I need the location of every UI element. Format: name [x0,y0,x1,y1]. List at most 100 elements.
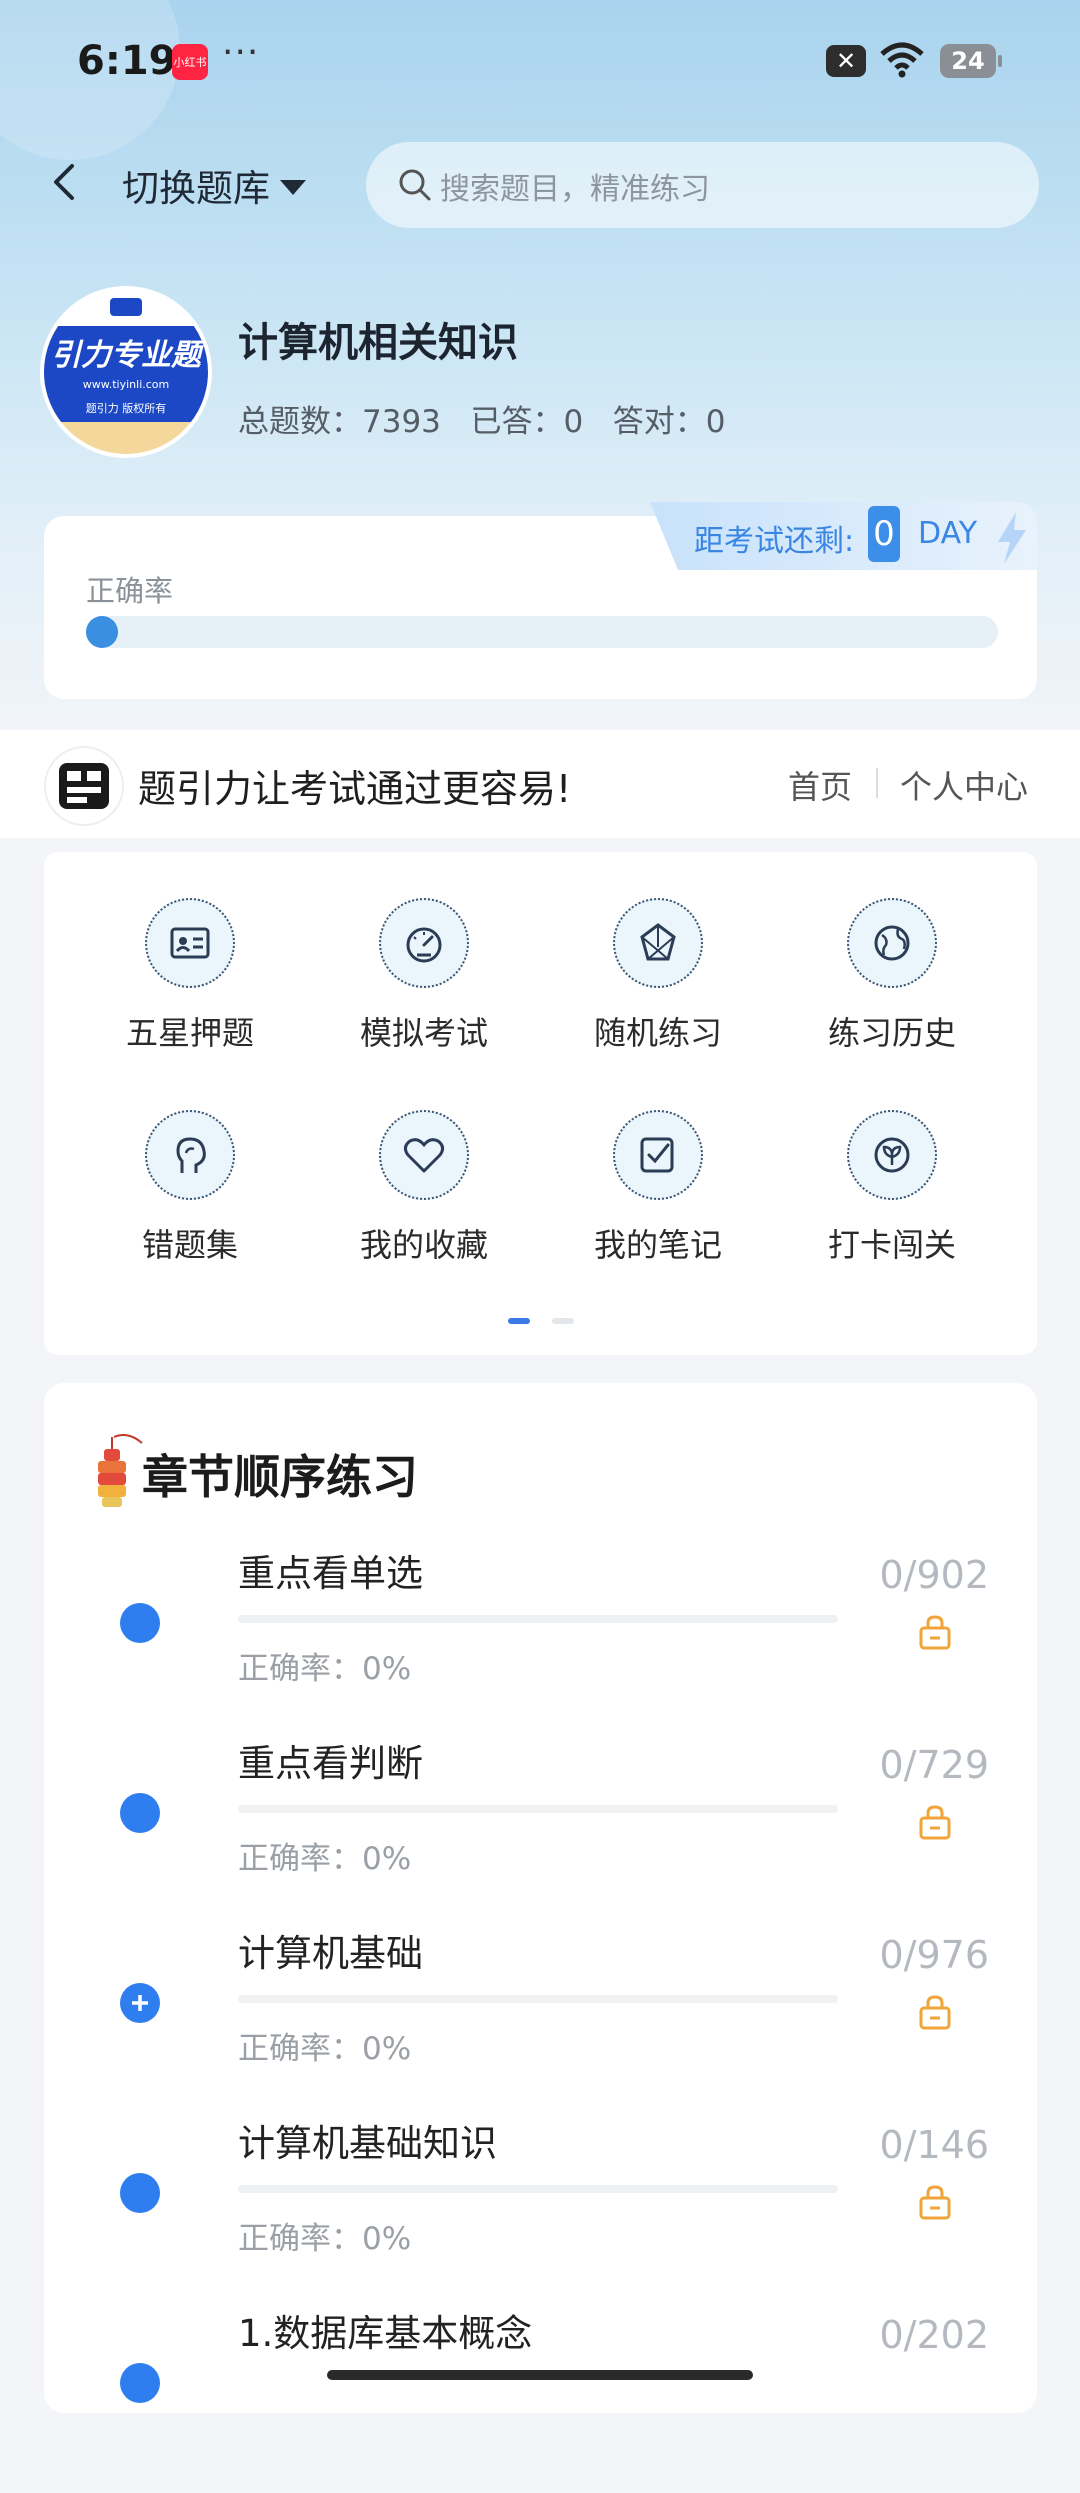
brand-mark-icon [59,763,109,809]
feature-random-practice[interactable]: 随机练习 [558,898,758,1054]
feature-label: 随机练习 [593,1014,722,1052]
chapter-row[interactable]: 计算机基础 正确率：0% 0/976 [44,1923,1037,2113]
link-divider [876,768,878,798]
globe-icon [847,898,937,988]
caret-down-icon [280,179,306,195]
home-indicator[interactable] [327,2370,753,2380]
chapter-title: 重点看单选 [238,1552,423,1595]
more-notifications-icon: ··· [222,32,260,73]
chapter-title: 重点看判断 [238,1742,423,1785]
feature-label: 模拟考试 [359,1014,488,1052]
feature-mock-exam[interactable]: 模拟考试 [324,898,524,1054]
feature-history[interactable]: 练习历史 [792,898,992,1054]
chapter-row[interactable]: 重点看单选 正确率：0% 0/902 [44,1543,1037,1733]
feature-notes[interactable]: 我的笔记 [558,1110,758,1266]
chapter-row[interactable]: 1.数据库基本概念 0/202 [44,2303,1037,2493]
xiaohongshu-notification-icon: 小红书 [172,44,208,80]
sprout-icon [847,1110,937,1200]
question-bank-logo: 引力专业题 www.tiyinli.com 题引力 版权所有 [44,290,208,454]
chapter-progress-track [238,1995,838,2003]
feature-label: 练习历史 [827,1014,956,1052]
home-link[interactable]: 首页 [788,762,852,808]
accuracy-progress-indicator [86,616,118,648]
back-arrow-icon[interactable] [44,160,88,204]
chapter-row[interactable]: 计算机基础知识 正确率：0% 0/146 [44,2113,1037,2303]
switch-bank-label: 切换题库 [122,167,270,210]
countdown-days: 0 [868,506,900,562]
feature-wrong-questions[interactable]: 错题集 [90,1110,290,1266]
lock-icon[interactable] [916,1993,954,2031]
no-sim-icon: ✕ [826,45,866,77]
accuracy-label: 正确率 [86,574,174,608]
chapter-progress-track [238,1615,838,1623]
chapter-bullet-icon [120,1793,160,1833]
expand-plus-icon[interactable] [120,1983,160,2023]
pager-dot-active[interactable] [508,1318,530,1324]
chapter-progress-track [238,2185,838,2193]
correct-count: 0 [705,404,726,440]
chapter-bullet-icon [120,1603,160,1643]
id-card-icon [145,898,235,988]
search-icon [399,169,431,201]
chapter-accuracy: 正确率：0% [238,1651,412,1687]
status-bar: 6:19 小红书 ··· ✕ 24 [0,0,1080,120]
slogan-text: 题引力让考试通过更容易! [138,767,572,811]
answered-label: 已答： [470,404,564,440]
chapter-count: 0/146 [879,2123,989,2167]
chapter-bullet-icon [120,2173,160,2213]
feature-checkin[interactable]: 打卡闯关 [792,1110,992,1266]
heart-icon [379,1110,469,1200]
feature-label: 打卡闯关 [827,1226,956,1264]
countdown-unit: DAY [918,516,978,551]
chapter-section-title: 章节顺序练习 [142,1450,418,1504]
chapter-accuracy: 正确率：0% [238,1841,412,1877]
feature-label: 我的收藏 [359,1226,488,1264]
brand-logo-icon [44,746,124,826]
bank-stats: 总题数：7393 已答：0 答对：0 [238,396,726,441]
exam-countdown-badge: 距考试还剩: 0 DAY [650,502,1037,570]
search-input[interactable]: 搜索题目，精准练习 [366,142,1039,228]
chapter-accuracy: 正确率：0% [238,2031,412,2067]
slogan-bar: 题引力让考试通过更容易! 首页 个人中心 [0,730,1080,838]
chapter-title: 1.数据库基本概念 [238,2312,533,2355]
chapter-row[interactable]: 重点看判断 正确率：0% 0/729 [44,1733,1037,1923]
feature-five-star[interactable]: 五星押题 [90,898,290,1054]
chapter-bullet-icon [120,2363,160,2403]
lock-icon[interactable] [916,1803,954,1841]
bank-title: 计算机相关知识 [238,320,518,366]
status-time: 6:19 [77,38,177,84]
chapter-practice-card: 章节顺序练习 重点看单选 正确率：0% 0/902 重点看判断 正确率：0% 0… [44,1383,1037,2413]
chapter-progress-track [238,1805,838,1813]
shuffle-icon [613,898,703,988]
chapter-count: 0/902 [879,1553,989,1597]
total-count: 7393 [362,404,441,440]
speedometer-icon [379,898,469,988]
feature-label: 我的笔记 [593,1226,722,1264]
lock-icon[interactable] [916,1613,954,1651]
head-icon [145,1110,235,1200]
feature-grid: 五星押题 模拟考试 随机练习 练习历史 错题集 我的收藏 我的笔记 打卡闯关 [44,852,1037,1355]
chapter-title: 计算机基础 [238,1932,423,1975]
feature-label: 五星押题 [125,1014,254,1052]
logo-title: 引力专业题 [51,338,201,373]
search-placeholder: 搜索题目，精准练习 [440,172,710,207]
answered-count: 0 [563,404,584,440]
feature-favorites[interactable]: 我的收藏 [324,1110,524,1266]
profile-link[interactable]: 个人中心 [900,762,1028,808]
lock-icon[interactable] [916,2183,954,2221]
chapter-count: 0/976 [879,1933,989,1977]
wifi-icon [880,42,924,78]
accuracy-progress-track [86,616,998,648]
switch-bank-dropdown[interactable]: 切换题库 [122,158,306,212]
chapter-count: 0/729 [879,1743,989,1787]
chapter-accuracy: 正确率：0% [238,2221,412,2257]
logo-footer: 题引力 版权所有 [85,402,167,415]
pager-dot[interactable] [552,1318,574,1324]
lightning-icon [998,512,1026,564]
countdown-label: 距考试还剩: [694,524,855,559]
correct-label: 答对： [612,404,706,440]
note-check-icon [613,1110,703,1200]
total-label: 总题数： [238,404,362,440]
chapter-count: 0/202 [879,2313,989,2357]
logo-url: www.tiyinli.com [82,378,170,391]
